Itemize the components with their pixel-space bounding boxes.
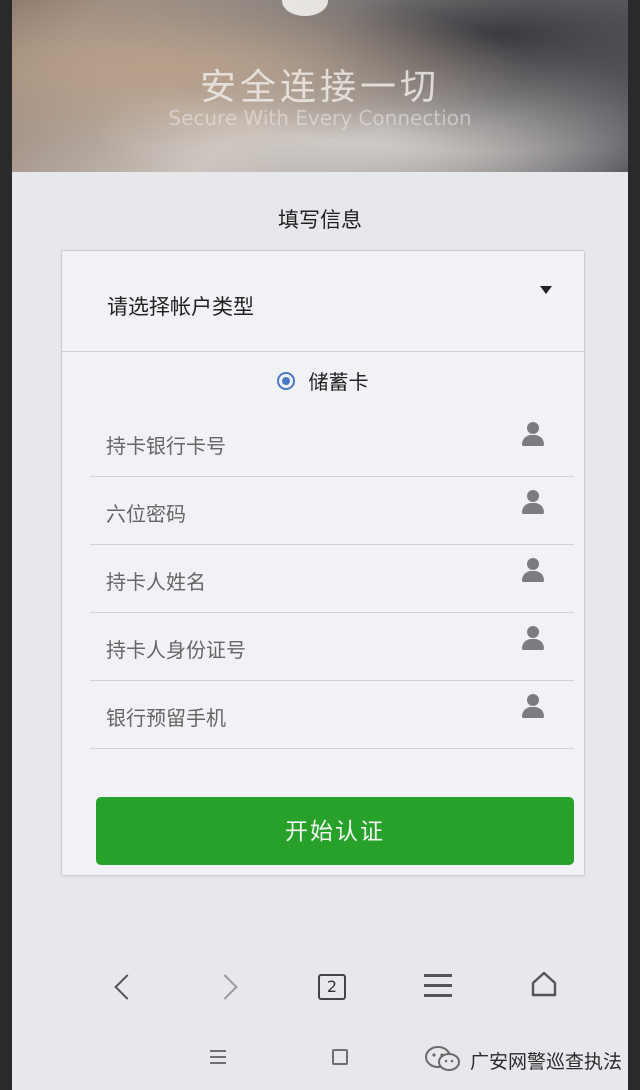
form-card: 请选择帐户类型 储蓄卡 持卡银行卡号 六位密码 持卡人姓名 持卡人身份证号 银行… bbox=[61, 250, 585, 876]
field-placeholder: 持卡人身份证号 bbox=[106, 638, 246, 662]
account-type-placeholder: 请选择帐户类型 bbox=[107, 295, 254, 319]
field-placeholder: 持卡人姓名 bbox=[106, 570, 206, 594]
account-type-select[interactable]: 请选择帐户类型 bbox=[62, 251, 584, 352]
hero-banner: 安全连接一切 Secure With Every Connection bbox=[12, 0, 628, 172]
radio-selected-icon[interactable] bbox=[277, 371, 296, 390]
card-type-radio[interactable]: 储蓄卡 bbox=[62, 366, 584, 396]
password-field[interactable]: 六位密码 bbox=[90, 476, 574, 545]
person-icon bbox=[522, 490, 544, 514]
app-logo bbox=[282, 0, 328, 16]
chevron-right-icon[interactable] bbox=[208, 968, 252, 1008]
card-number-field[interactable]: 持卡银行卡号 bbox=[90, 408, 574, 477]
dropdown-arrow-icon bbox=[540, 286, 552, 294]
watermark: 广安网警巡查执法 bbox=[424, 1042, 624, 1078]
home-icon[interactable] bbox=[524, 968, 568, 1008]
system-nav-bar: 广安网警巡查执法 bbox=[12, 1032, 628, 1090]
wechat-icon bbox=[425, 1046, 460, 1071]
watermark-text: 广安网警巡查执法 bbox=[470, 1051, 623, 1073]
person-icon bbox=[522, 626, 544, 650]
field-placeholder: 六位密码 bbox=[106, 502, 186, 526]
tab-count: 2 bbox=[318, 974, 346, 1000]
chevron-left-icon[interactable] bbox=[100, 968, 144, 1008]
phone-screen: 安全连接一切 Secure With Every Connection 填写信息… bbox=[12, 0, 628, 1090]
phone-field[interactable]: 银行预留手机 bbox=[90, 680, 574, 749]
card-type-label: 储蓄卡 bbox=[308, 370, 369, 394]
start-verification-button[interactable]: 开始认证 bbox=[96, 797, 574, 865]
tabs-button[interactable]: 2 bbox=[310, 968, 354, 1008]
hero-subtitle: Secure With Every Connection bbox=[168, 106, 472, 130]
hero-title: 安全连接一切 bbox=[199, 67, 440, 108]
field-placeholder: 银行预留手机 bbox=[106, 706, 226, 730]
browser-toolbar: 2 bbox=[12, 950, 628, 1030]
person-icon bbox=[522, 558, 544, 582]
cardholder-name-field[interactable]: 持卡人姓名 bbox=[90, 544, 574, 613]
form-title: 填写信息 bbox=[278, 208, 362, 232]
field-placeholder: 持卡银行卡号 bbox=[106, 434, 226, 458]
system-menu-icon[interactable] bbox=[210, 1050, 226, 1064]
person-icon bbox=[522, 422, 544, 446]
person-icon bbox=[522, 694, 544, 718]
system-home-icon[interactable] bbox=[332, 1049, 348, 1065]
menu-icon[interactable] bbox=[416, 968, 460, 1008]
id-number-field[interactable]: 持卡人身份证号 bbox=[90, 612, 574, 681]
